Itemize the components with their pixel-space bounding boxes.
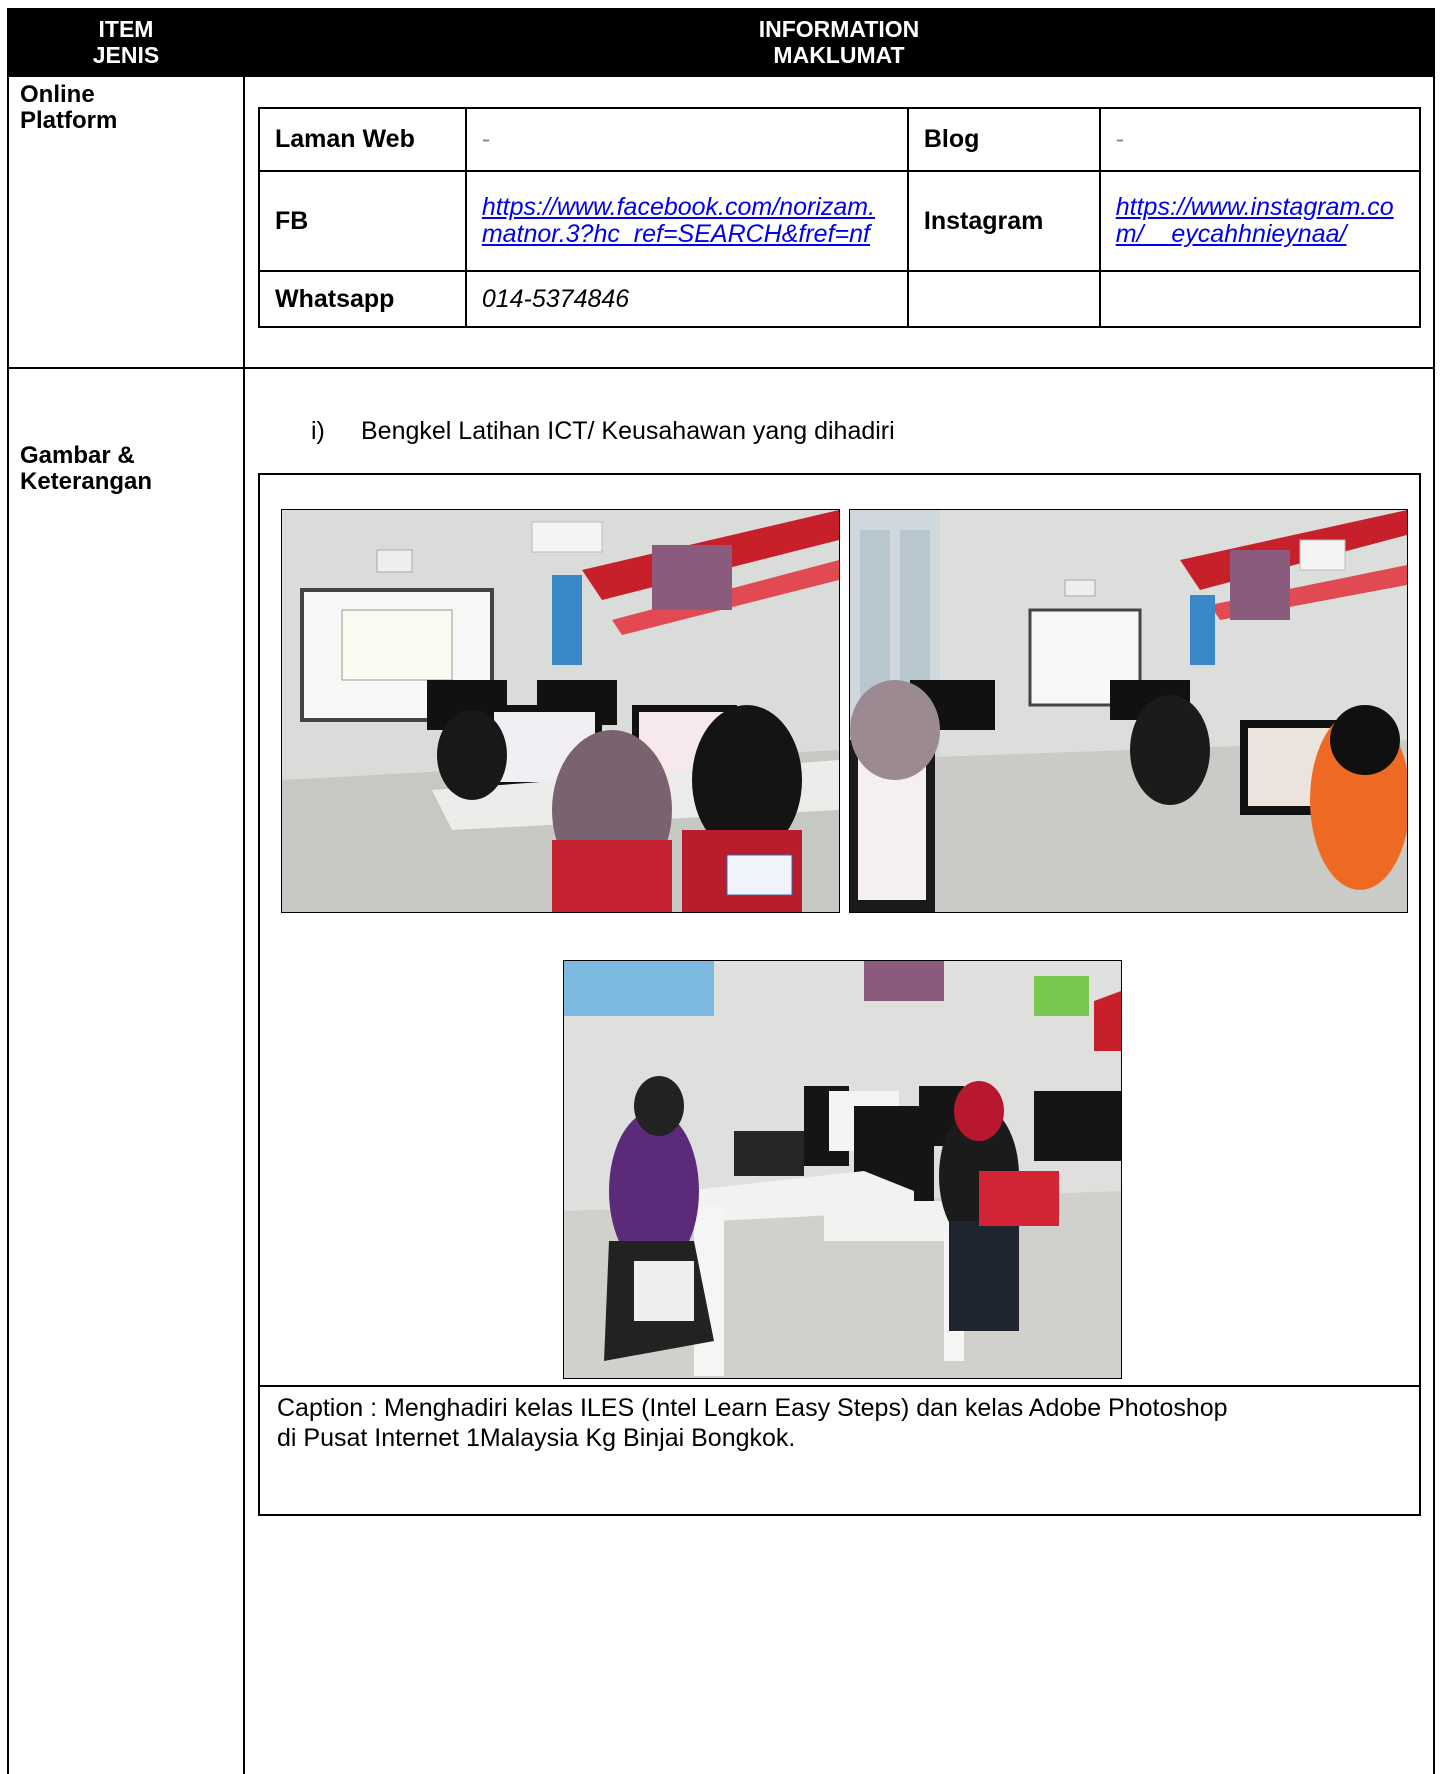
gambar-label: Gambar & [20,442,135,469]
fb-link-text[interactable]: https://www.facebook.com/norizam.matnor.… [482,193,875,248]
instagram-link[interactable]: https://www.instagram.com/__eycahhnieyna… [1098,170,1422,272]
gambar-keterangan-label: Gambar & Keterangan [20,443,152,495]
whatsapp-label: Whatsapp [258,270,467,328]
laman-web-label: Laman Web [258,107,467,172]
classroom-photo-2 [849,509,1408,913]
platform-table: Laman Web - Blog - FB https://www.facebo… [258,107,1422,328]
laman-web-value: - [464,107,909,172]
header-maklumat-label: MAKLUMAT [773,42,905,68]
table-row: Whatsapp 014-5374846 [258,270,1422,328]
classroom-photo-1 [281,509,840,913]
list-item: i) Bengkel Latihan ICT/ Keusahawan yang d… [311,417,895,446]
online-label: Online [20,81,95,108]
online-platform-label: Online Platform [20,82,117,134]
fb-label: FB [258,170,467,272]
list-item-text: Bengkel Latihan ICT/ Keusahawan yang dih… [361,417,895,445]
photo-box: Caption : Menghadiri kelas ILES (Intel L… [258,473,1421,1516]
fb-link[interactable]: https://www.facebook.com/norizam.matnor.… [464,170,909,272]
header-item-label: ITEM [98,16,154,42]
table-row: FB https://www.facebook.com/norizam.matn… [258,170,1422,272]
keterangan-label: Keterangan [20,468,153,495]
list-item-number: i) [311,417,325,445]
header-jenis-label: JENIS [92,42,160,68]
empty-cell [906,270,1101,328]
table-row: Laman Web - Blog - [258,107,1422,172]
classroom-photo-3 [563,960,1122,1379]
header-information: INFORMATION MAKLUMAT [245,16,1433,68]
caption-line-1: Caption : Menghadiri kelas ILES (Intel L… [277,1394,1228,1422]
platform-label: Platform [20,107,118,134]
info-table: ITEM JENIS INFORMATION MAKLUMAT Online P… [7,8,1435,1774]
photo-caption: Caption : Menghadiri kelas ILES (Intel L… [277,1393,1407,1453]
instagram-link-text[interactable]: https://www.instagram.com/__eycahhnieyna… [1116,193,1394,248]
whatsapp-value: 014-5374846 [464,270,909,328]
blog-label: Blog [906,107,1101,172]
row-divider [9,367,1433,369]
caption-line-2: di Pusat Internet 1Malaysia Kg Binjai Bo… [277,1424,796,1452]
column-divider [243,77,245,1774]
header-item-jenis: ITEM JENIS [9,16,243,68]
empty-cell [1098,270,1422,328]
caption-divider [260,1385,1419,1387]
blog-value: - [1098,107,1422,172]
instagram-label: Instagram [906,170,1101,272]
header-information-label: INFORMATION [758,16,920,42]
table-header: ITEM JENIS INFORMATION MAKLUMAT [9,10,1433,77]
